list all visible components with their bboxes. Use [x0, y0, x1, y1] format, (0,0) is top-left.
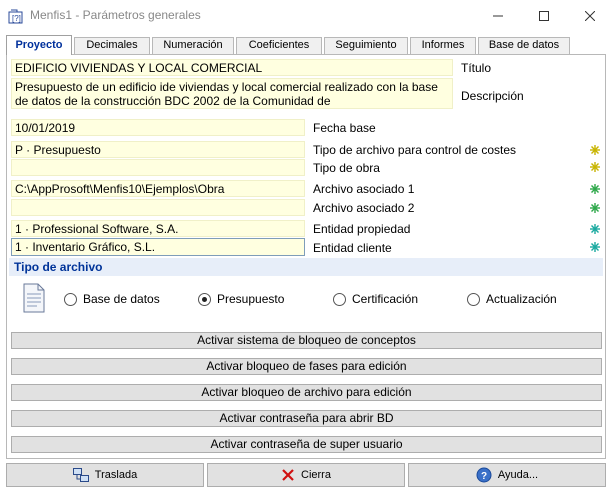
- activar-bloqueo-fases-button[interactable]: Activar bloqueo de fases para edición: [11, 358, 602, 375]
- activar-contrasena-bd-button[interactable]: Activar contraseña para abrir BD: [11, 410, 602, 427]
- cierra-label: Cierra: [301, 469, 331, 481]
- archivo-asociado-2-label: Archivo asociado 2: [313, 201, 415, 215]
- radio-label: Presupuesto: [217, 292, 285, 306]
- entidad-propiedad-label: Entidad propiedad: [313, 222, 411, 236]
- cierra-button[interactable]: Cierra: [207, 463, 405, 487]
- fecha-base-label: Fecha base: [313, 121, 376, 135]
- radio-button[interactable]: [64, 292, 77, 306]
- close-icon: [585, 10, 595, 21]
- maximize-icon: [539, 10, 549, 21]
- radio-presupuesto[interactable]: Presupuesto: [198, 292, 284, 306]
- lookup-star-icon[interactable]: [590, 242, 600, 252]
- radio-certificacion[interactable]: Certificación: [333, 292, 418, 306]
- entidad-cliente-label: Entidad cliente: [313, 241, 392, 255]
- tipo-obra-label: Tipo de obra: [313, 161, 380, 175]
- descripcion-field[interactable]: Presupuesto de un edificio ide viviendas…: [11, 78, 453, 109]
- activar-contrasena-superusuario-button[interactable]: Activar contraseña de super usuario: [11, 436, 602, 453]
- ayuda-label: Ayuda...: [497, 469, 539, 481]
- entidad-propiedad-field[interactable]: 1 · Professional Software, S.A.: [11, 220, 305, 237]
- activar-bloqueo-conceptos-button[interactable]: Activar sistema de bloqueo de conceptos: [11, 332, 602, 349]
- archivo-asociado-1-label: Archivo asociado 1: [313, 182, 415, 196]
- help-icon: ?: [476, 467, 492, 483]
- descripcion-label: Descripción: [461, 89, 524, 103]
- app-icon: [?]: [8, 9, 23, 24]
- archivo-asociado-1-field[interactable]: C:\AppProsoft\Menfis10\Ejemplos\Obra: [11, 180, 305, 197]
- fecha-base-field[interactable]: 10/01/2019: [11, 119, 305, 136]
- lookup-star-icon[interactable]: [590, 203, 600, 213]
- radio-label: Certificación: [352, 292, 419, 306]
- entidad-cliente-field[interactable]: 1 · Inventario Gráfico, S.L.: [11, 238, 305, 256]
- close-x-icon: [282, 469, 294, 481]
- tab-informes[interactable]: Informes: [410, 37, 476, 54]
- svg-text:?: ?: [481, 471, 487, 482]
- radio-label: Actualización: [486, 292, 557, 306]
- svg-text:[?]: [?]: [12, 14, 21, 23]
- titulo-field[interactable]: EDIFICIO VIVIENDAS Y LOCAL COMERCIAL: [11, 59, 453, 76]
- minimize-button[interactable]: [475, 0, 521, 31]
- radio-label: Base de datos: [83, 292, 160, 306]
- close-button[interactable]: [567, 0, 613, 31]
- lookup-star-icon[interactable]: [590, 184, 600, 194]
- archivo-asociado-2-field[interactable]: [11, 199, 305, 216]
- tipo-obra-field[interactable]: [11, 159, 305, 176]
- radio-actualizacion[interactable]: Actualización: [467, 292, 557, 306]
- traslada-button[interactable]: Traslada: [6, 463, 204, 487]
- radio-base-de-datos[interactable]: Base de datos: [64, 292, 160, 306]
- tipo-archivo-header: Tipo de archivo: [9, 258, 603, 276]
- tab-seguimiento[interactable]: Seguimiento: [324, 37, 408, 54]
- tab-proyecto[interactable]: Proyecto: [6, 35, 72, 55]
- lookup-star-icon[interactable]: [590, 162, 600, 172]
- tab-coeficientes[interactable]: Coeficientes: [236, 37, 322, 54]
- document-icon: [23, 283, 45, 313]
- minimize-icon: [493, 15, 503, 16]
- radio-button[interactable]: [333, 292, 346, 306]
- lookup-star-icon[interactable]: [590, 224, 600, 234]
- traslada-label: Traslada: [94, 469, 138, 481]
- transfer-icon: [72, 468, 89, 482]
- activar-bloqueo-archivo-button[interactable]: Activar bloqueo de archivo para edición: [11, 384, 602, 401]
- tab-numeracion[interactable]: Numeración: [152, 37, 234, 54]
- ayuda-button[interactable]: ? Ayuda...: [408, 463, 606, 487]
- title-bar: [?] Menfis1 - Parámetros generales: [0, 0, 613, 31]
- titulo-label: Título: [461, 61, 492, 75]
- window-title: Menfis1 - Parámetros generales: [30, 8, 201, 22]
- tab-decimales[interactable]: Decimales: [74, 37, 150, 54]
- lookup-star-icon[interactable]: [590, 145, 600, 155]
- tab-base-de-datos[interactable]: Base de datos: [478, 37, 570, 54]
- radio-button[interactable]: [467, 292, 480, 306]
- tipo-archivo-costes-field[interactable]: P · Presupuesto: [11, 141, 305, 158]
- tipo-archivo-costes-label: Tipo de archivo para control de costes: [313, 143, 516, 157]
- radio-button[interactable]: [198, 292, 211, 306]
- maximize-button[interactable]: [521, 0, 567, 31]
